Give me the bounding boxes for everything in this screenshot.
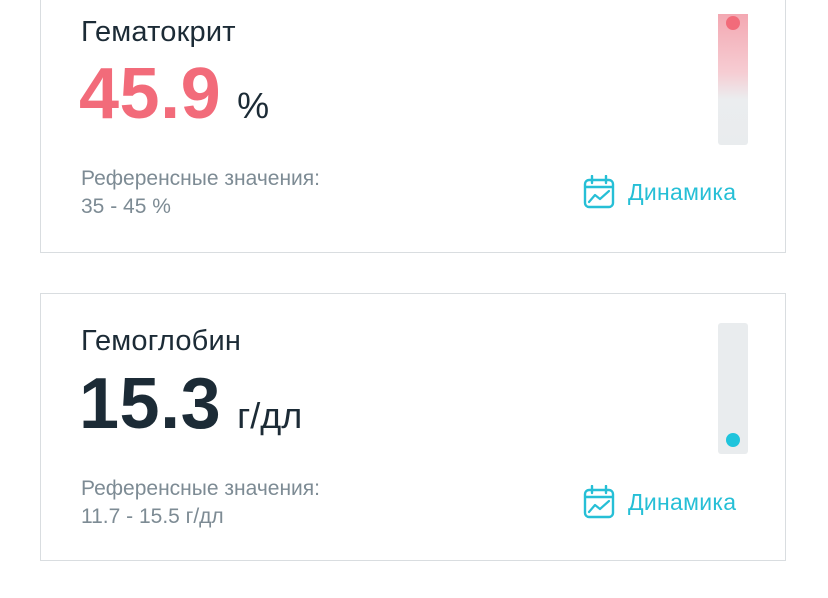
test-title: Гематокрит [81,16,236,48]
reference-range: 35 - 45 % [81,195,171,218]
dynamics-label: Динамика [628,178,737,205]
test-title: Гемоглобин [81,325,242,357]
level-indicator-bar [718,14,748,145]
reference-label: Референсные значения: [81,477,320,500]
value-row: 15.3 г/дл [79,368,302,440]
result-card-hemoglobin: Гемоглобин 15.3 г/дл Референсные значени… [40,293,786,561]
dynamics-button[interactable]: Динамика [583,175,736,209]
calendar-chart-icon [583,485,615,519]
dynamics-label: Динамика [628,488,737,515]
calendar-chart-icon [583,175,615,209]
test-value: 15.3 [79,364,222,444]
test-unit: г/дл [237,395,303,436]
test-unit: % [237,85,270,126]
result-card-hematocrit: Гематокрит 45.9 % Референсные значения: … [40,0,786,253]
reference-label: Референсные значения: [81,167,320,190]
level-indicator-dot [726,433,740,447]
value-row: 45.9 % [79,58,269,130]
dynamics-button[interactable]: Динамика [583,485,736,519]
reference-range: 11.7 - 15.5 г/дл [81,505,224,528]
test-value: 45.9 [79,54,222,134]
reference-values: Референсные значения: 35 - 45 % [81,165,320,221]
level-indicator-bar [718,323,748,454]
level-indicator-dot [726,16,740,30]
reference-values: Референсные значения: 11.7 - 15.5 г/дл [81,475,320,531]
